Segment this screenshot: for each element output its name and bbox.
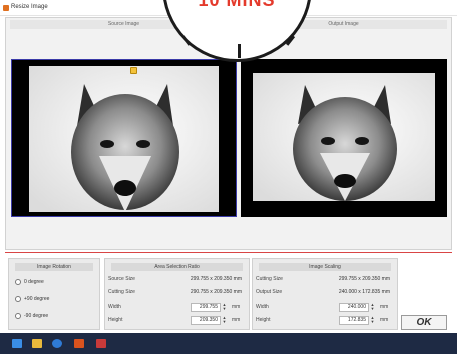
rotation-option-minus90[interactable]: -90 degree (15, 313, 48, 319)
start-icon[interactable] (12, 339, 22, 348)
unit-label: mm (380, 304, 389, 310)
spin-arrows-icon[interactable]: ▲ ▼ (222, 303, 227, 312)
dial-tick (238, 44, 241, 58)
wolf-photo-output (253, 73, 435, 201)
radio-button[interactable] (15, 279, 21, 285)
divider-line (5, 252, 452, 253)
rotation-option-label: 0 degree (24, 279, 44, 285)
height-input[interactable]: 209.350 (191, 316, 221, 325)
app-icon (3, 5, 9, 11)
app-icon[interactable] (96, 339, 106, 348)
scaling-height-input[interactable]: 172.835 (339, 316, 369, 325)
timer-label: 10 MINS (198, 0, 276, 10)
output-image-preview (241, 59, 447, 217)
lock-ratio-icon[interactable] (130, 67, 137, 74)
output-size-row: Output Size 240.000 x 172.835 mm (256, 288, 394, 297)
height-label: Height (108, 317, 123, 323)
office-icon[interactable] (74, 339, 84, 348)
width-label: Width (256, 304, 269, 310)
cutting-size-value: 290.755 x 209.350 mm (190, 289, 242, 295)
source-size-row: Source Size 299.755 x 209.350 mm (108, 275, 246, 284)
edge-icon[interactable] (52, 339, 62, 348)
image-rotation-heading: Image Rotation (15, 263, 93, 271)
height-row: Height 209.350 ▲ ▼ mm (108, 316, 246, 325)
cutting-size-row: Cutting Size 290.755 x 209.350 mm (108, 288, 246, 297)
output-size-value: 240.000 x 172.835 mm (338, 289, 390, 295)
rotation-option-plus90[interactable]: +90 degree (15, 296, 49, 302)
ok-button[interactable]: OK (401, 315, 447, 330)
rotation-option-0[interactable]: 0 degree (15, 279, 44, 285)
area-selection-group: Area Selection Ratio Source Size 299.755… (104, 258, 250, 330)
image-scaling-group: Image Scaling Cutting Size 299.755 x 209… (252, 258, 398, 330)
spin-arrows-icon[interactable]: ▲ ▼ (370, 303, 375, 312)
scaling-width-input[interactable]: 240.000 (339, 303, 369, 312)
width-row: Width 299.755 ▲ ▼ mm (108, 303, 246, 312)
spin-arrows-icon[interactable]: ▲ ▼ (222, 316, 227, 325)
file-explorer-icon[interactable] (32, 339, 42, 348)
width-input[interactable]: 299.755 (191, 303, 221, 312)
source-image-preview[interactable] (11, 59, 237, 217)
unit-label: mm (232, 317, 241, 323)
unit-label: mm (380, 317, 389, 323)
height-label: Height (256, 317, 271, 323)
cutting-size-label: Cutting Size (256, 276, 283, 282)
wolf-photo (29, 66, 219, 212)
width-label: Width (108, 304, 121, 310)
rotation-option-label: +90 degree (24, 296, 50, 302)
scaling-width-row: Width 240.000 ▲ ▼ mm (256, 303, 394, 312)
output-size-label: Output Size (256, 289, 283, 295)
scaling-height-row: Height 172.835 ▲ ▼ mm (256, 316, 394, 325)
image-scaling-heading: Image Scaling (259, 263, 391, 271)
radio-button[interactable] (15, 296, 21, 302)
source-size-value: 299.755 x 209.350 mm (190, 276, 242, 282)
unit-label: mm (232, 304, 241, 310)
spin-arrows-icon[interactable]: ▲ ▼ (370, 316, 375, 325)
taskbar (0, 333, 457, 354)
radio-button[interactable] (15, 313, 21, 319)
source-size-label: Source Size (108, 276, 135, 282)
rotation-option-label: -90 degree (24, 313, 49, 319)
window-title: Resize Image (11, 4, 48, 10)
scaling-cutting-size-row: Cutting Size 299.755 x 209.350 mm (256, 275, 394, 284)
area-selection-heading: Area Selection Ratio (111, 263, 243, 271)
cutting-size-label: Cutting Size (108, 289, 135, 295)
cutting-size-value: 299.755 x 209.350 mm (338, 276, 390, 282)
image-rotation-group: Image Rotation 0 degree +90 degree -90 d… (8, 258, 100, 330)
